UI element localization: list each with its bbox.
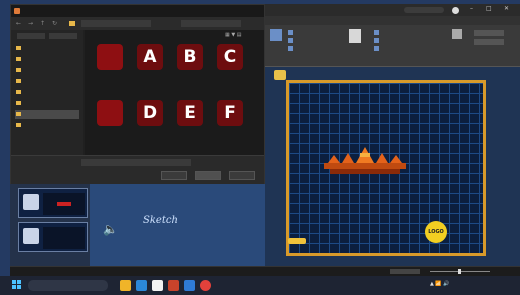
store-icon[interactable]	[152, 280, 163, 291]
view-buttons[interactable]	[390, 269, 420, 274]
open-button[interactable]	[195, 171, 221, 180]
sidebar-item[interactable]	[15, 77, 79, 86]
file-explorer-icon[interactable]	[120, 280, 131, 291]
stage-title: Sketch	[143, 215, 178, 226]
letter-tile[interactable]: F	[217, 100, 243, 126]
tools-button[interactable]	[161, 171, 187, 180]
ribbon	[264, 25, 520, 67]
ribbon-button[interactable]	[374, 29, 381, 35]
ribbon-button[interactable]	[288, 37, 295, 43]
crown-art	[324, 147, 406, 174]
powerpoint-icon[interactable]	[168, 280, 179, 291]
close-icon[interactable]: ✕	[504, 5, 509, 12]
cancel-button[interactable]	[229, 171, 255, 180]
width-field[interactable]	[474, 39, 504, 45]
letter-tile[interactable]: B	[177, 44, 203, 70]
slide-thumbnail[interactable]	[18, 188, 88, 218]
desktop: – □ ✕ LOGO 🔈 Sketch ← → ↑ ↻ ▦ ▼ ▤ A B C …	[0, 0, 520, 295]
search-input[interactable]	[181, 20, 241, 27]
ribbon-button[interactable]	[374, 45, 381, 51]
system-tray[interactable]: ▲ 📶 🔊	[430, 281, 449, 287]
chrome-icon[interactable]	[200, 280, 211, 291]
sidebar-item[interactable]	[15, 88, 79, 97]
avatar[interactable]	[452, 7, 459, 14]
blank-tile[interactable]	[97, 100, 123, 126]
minimize-icon[interactable]: –	[470, 5, 473, 12]
letter-tile[interactable]: C	[217, 44, 243, 70]
taskbar-search[interactable]	[28, 280, 108, 291]
filename-input[interactable]	[81, 159, 191, 166]
start-icon[interactable]	[12, 280, 22, 290]
new-folder-button[interactable]	[49, 33, 77, 39]
file-dialog: ← → ↑ ↻ ▦ ▼ ▤ ABC DEF	[10, 4, 265, 184]
slide-thumbnail[interactable]	[18, 222, 88, 252]
height-field[interactable]	[474, 30, 504, 36]
up-icon[interactable]: ↑	[39, 20, 46, 27]
ribbon-button[interactable]	[288, 29, 295, 35]
ribbon-button[interactable]	[374, 37, 381, 43]
crop-icon[interactable]	[452, 29, 462, 39]
breadcrumb[interactable]	[81, 20, 151, 27]
view-options-icon[interactable]: ▦ ▼ ▤	[225, 32, 241, 38]
sidebar-item[interactable]	[15, 121, 79, 130]
sidebar-item-selected[interactable]	[15, 110, 79, 119]
sidebar-item[interactable]	[15, 44, 79, 53]
folder-icon	[69, 21, 75, 26]
maximize-icon[interactable]: □	[486, 5, 492, 12]
speaker-icon[interactable]: 🔈	[103, 222, 118, 236]
editor-search-box[interactable]	[404, 7, 444, 13]
selection-handle[interactable]	[274, 70, 286, 80]
organize-button[interactable]	[17, 33, 45, 39]
app-icon[interactable]	[184, 280, 195, 291]
decorative-sun	[288, 238, 306, 244]
letter-tile[interactable]: D	[137, 100, 163, 126]
dialog-titlebar	[11, 5, 264, 17]
sidebar-item[interactable]	[15, 99, 79, 108]
slide-thumbnails	[10, 184, 90, 266]
zoom-thumb[interactable]	[458, 269, 461, 274]
shapes-icon[interactable]	[270, 29, 282, 41]
letter-tile[interactable]: A	[137, 44, 163, 70]
taskbar: ▲ 📶 🔊	[0, 276, 520, 295]
ribbon-button[interactable]	[288, 45, 295, 51]
logo-badge[interactable]: LOGO	[425, 221, 447, 243]
status-bar	[10, 266, 520, 276]
file-grid: ▦ ▼ ▤ ABC DEF	[85, 30, 264, 155]
letter-tile[interactable]: E	[177, 100, 203, 126]
dialog-footer	[11, 155, 264, 184]
blank-tile[interactable]	[97, 44, 123, 70]
editor-titlebar: – □ ✕	[264, 4, 520, 16]
sidebar-item[interactable]	[15, 66, 79, 75]
editor-window: – □ ✕	[264, 4, 520, 266]
picture-icon[interactable]	[349, 29, 361, 43]
refresh-icon[interactable]: ↻	[51, 20, 58, 27]
back-icon[interactable]: ←	[15, 20, 22, 27]
sidebar	[11, 30, 83, 157]
address-bar: ← → ↑ ↻	[11, 17, 264, 30]
edge-icon[interactable]	[136, 280, 147, 291]
app-icon	[14, 8, 20, 14]
forward-icon[interactable]: →	[27, 20, 34, 27]
ribbon-tabs	[264, 16, 520, 25]
sidebar-item[interactable]	[15, 55, 79, 64]
